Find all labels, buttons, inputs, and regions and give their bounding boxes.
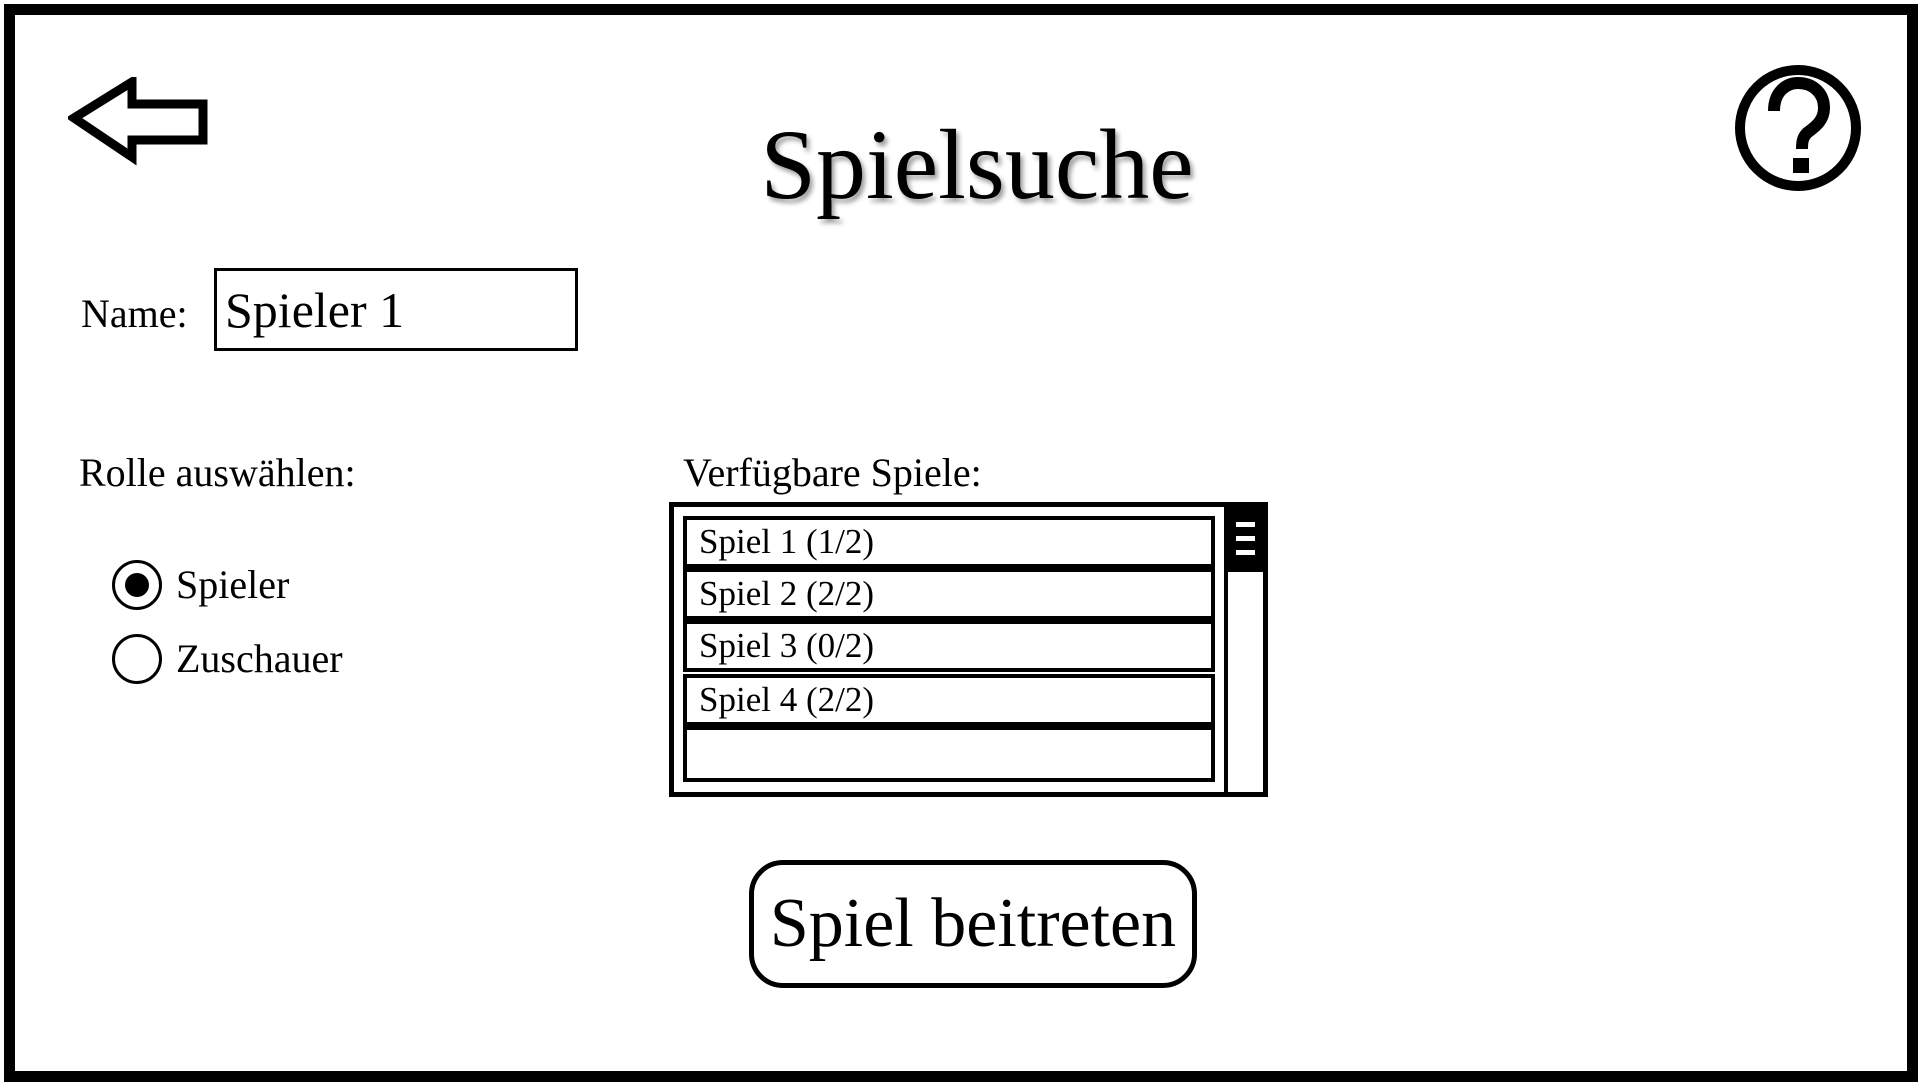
grip-line xyxy=(1236,536,1255,541)
radio-button-selected[interactable] xyxy=(112,560,162,610)
page-title: Spielsuche xyxy=(760,109,1194,220)
role-radio-spieler[interactable]: Spieler xyxy=(112,560,289,610)
games-list-items: Spiel 1 (1/2) Spiel 2 (2/2) Spiel 3 (0/2… xyxy=(683,516,1215,782)
games-label: Verfügbare Spiele: xyxy=(683,450,982,495)
role-radio-zuschauer[interactable]: Zuschauer xyxy=(112,634,343,684)
scroll-thumb[interactable] xyxy=(1228,507,1263,572)
name-input[interactable] xyxy=(214,268,578,351)
role-label: Rolle auswählen: xyxy=(79,450,356,495)
name-label: Name: xyxy=(81,291,188,336)
list-item[interactable]: Spiel 1 (1/2) xyxy=(683,516,1215,568)
radio-label-spieler: Spieler xyxy=(176,562,290,607)
grip-line xyxy=(1236,550,1255,555)
radio-dot xyxy=(125,573,149,597)
help-button[interactable] xyxy=(1731,61,1865,195)
radio-label-zuschauer: Zuschauer xyxy=(176,636,343,681)
list-item[interactable]: Spiel 2 (2/2) xyxy=(683,568,1215,620)
question-circle-icon xyxy=(1735,65,1861,191)
grip-line xyxy=(1236,522,1255,527)
list-item[interactable]: Spiel 3 (0/2) xyxy=(683,620,1215,672)
radio-button[interactable] xyxy=(112,634,162,684)
game-search-screen: Spielsuche Name: Rolle auswählen: Spiele… xyxy=(4,4,1918,1082)
games-list: Spiel 1 (1/2) Spiel 2 (2/2) Spiel 3 (0/2… xyxy=(669,502,1268,797)
join-game-button[interactable]: Spiel beitreten xyxy=(749,860,1197,988)
list-item[interactable]: Spiel 4 (2/2) xyxy=(683,674,1215,726)
scrollbar[interactable] xyxy=(1224,507,1263,792)
list-item-empty[interactable] xyxy=(683,726,1215,782)
